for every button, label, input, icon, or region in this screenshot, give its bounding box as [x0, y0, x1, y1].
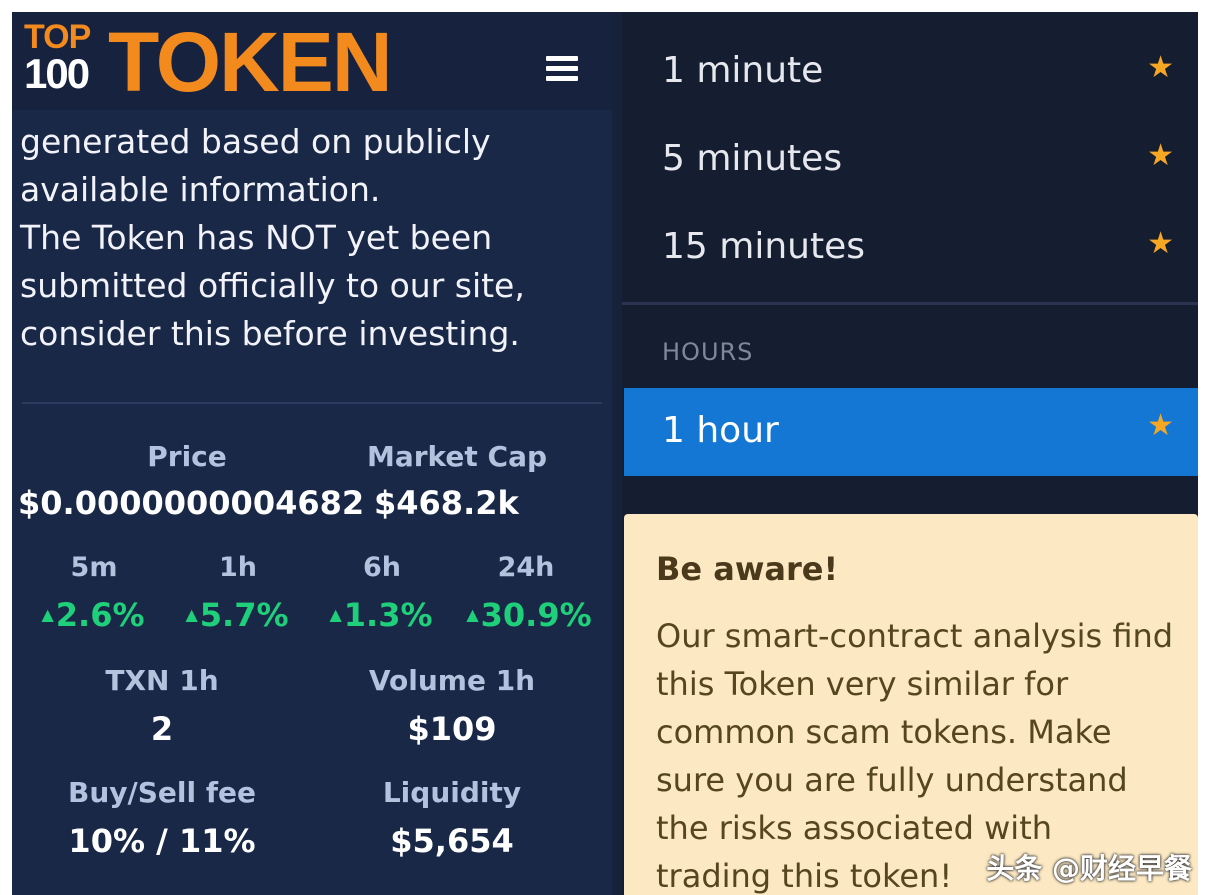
- triangle-up-icon: ▲: [41, 605, 54, 624]
- price-label: Price: [147, 440, 227, 473]
- change-24h-label: 24h: [497, 552, 555, 583]
- timeframe-option-15m[interactable]: 15 minutes ★: [622, 206, 1198, 292]
- market-cap-label: Market Cap: [366, 440, 548, 473]
- star-icon[interactable]: ★: [1147, 226, 1174, 261]
- change-6h-text: 1.3%: [343, 596, 433, 634]
- star-icon[interactable]: ★: [1147, 138, 1174, 173]
- change-5m-text: 2.6%: [55, 596, 145, 634]
- triangle-up-icon: ▲: [329, 605, 342, 624]
- change-24h-value: ▲30.9%: [454, 596, 604, 634]
- star-icon[interactable]: ★: [1147, 408, 1174, 443]
- txn-label: TXN 1h: [105, 664, 219, 697]
- timeframe-option-label: 15 minutes: [662, 226, 865, 267]
- buy-sell-fee-label: Buy/Sell fee: [67, 776, 256, 809]
- volume-value: $109: [407, 710, 497, 748]
- timeframe-option-label: 5 minutes: [662, 138, 843, 179]
- hours-section-heading: HOURS: [662, 338, 754, 366]
- hamburger-menu-icon[interactable]: [546, 56, 578, 81]
- source-watermark: 头条 @财经早餐: [986, 852, 1192, 885]
- site-logo[interactable]: TOP 100 TOKEN: [24, 15, 404, 109]
- timeframe-option-1h[interactable]: 1 hour ★: [624, 388, 1198, 476]
- change-6h-value: ▲1.3%: [306, 596, 456, 634]
- change-1h-text: 5.7%: [199, 596, 289, 634]
- liquidity-label: Liquidity: [382, 776, 522, 809]
- timeframe-option-label: 1 minute: [662, 50, 824, 91]
- token-detail-panel: TOP 100 TOKEN generated based on publicl…: [12, 12, 612, 895]
- liquidity-value: $5,654: [390, 822, 514, 860]
- timeframe-option-1m[interactable]: 1 minute ★: [622, 30, 1198, 116]
- market-cap-value: $468.2k: [374, 484, 519, 522]
- warning-title: Be aware!: [656, 550, 839, 588]
- change-5m-value: ▲2.6%: [18, 596, 168, 634]
- change-1h-value: ▲5.7%: [162, 596, 312, 634]
- volume-label: Volume 1h: [368, 664, 536, 697]
- timeframe-option-5m[interactable]: 5 minutes ★: [622, 118, 1198, 204]
- change-1h-label: 1h: [218, 552, 257, 583]
- change-5m-label: 5m: [70, 552, 118, 583]
- price-value: $0.0000000004682: [18, 484, 365, 522]
- txn-value: 2: [150, 710, 174, 748]
- timeframe-option-label: 1 hour: [662, 410, 779, 451]
- logo-100-text: 100: [24, 50, 90, 97]
- change-24h-text: 30.9%: [480, 596, 592, 634]
- dropdown-divider: [622, 302, 1198, 305]
- logo-token-text: TOKEN: [108, 15, 392, 109]
- buy-sell-fee-value: 10% / 11%: [68, 822, 256, 860]
- section-divider: [22, 402, 602, 404]
- change-6h-label: 6h: [362, 552, 401, 583]
- unverified-notice: generated based on publicly available in…: [20, 122, 525, 353]
- scam-warning-box: Be aware! Our smart-contract analysis fi…: [624, 514, 1198, 895]
- top-navbar: TOP 100 TOKEN: [12, 12, 612, 110]
- triangle-up-icon: ▲: [466, 605, 479, 624]
- timeframe-dropdown: 1 minute ★ 5 minutes ★ 15 minutes ★ HOUR…: [622, 12, 1198, 895]
- triangle-up-icon: ▲: [185, 605, 198, 624]
- app-frame: TOP 100 TOKEN generated based on publicl…: [12, 12, 1198, 895]
- star-icon[interactable]: ★: [1147, 50, 1174, 85]
